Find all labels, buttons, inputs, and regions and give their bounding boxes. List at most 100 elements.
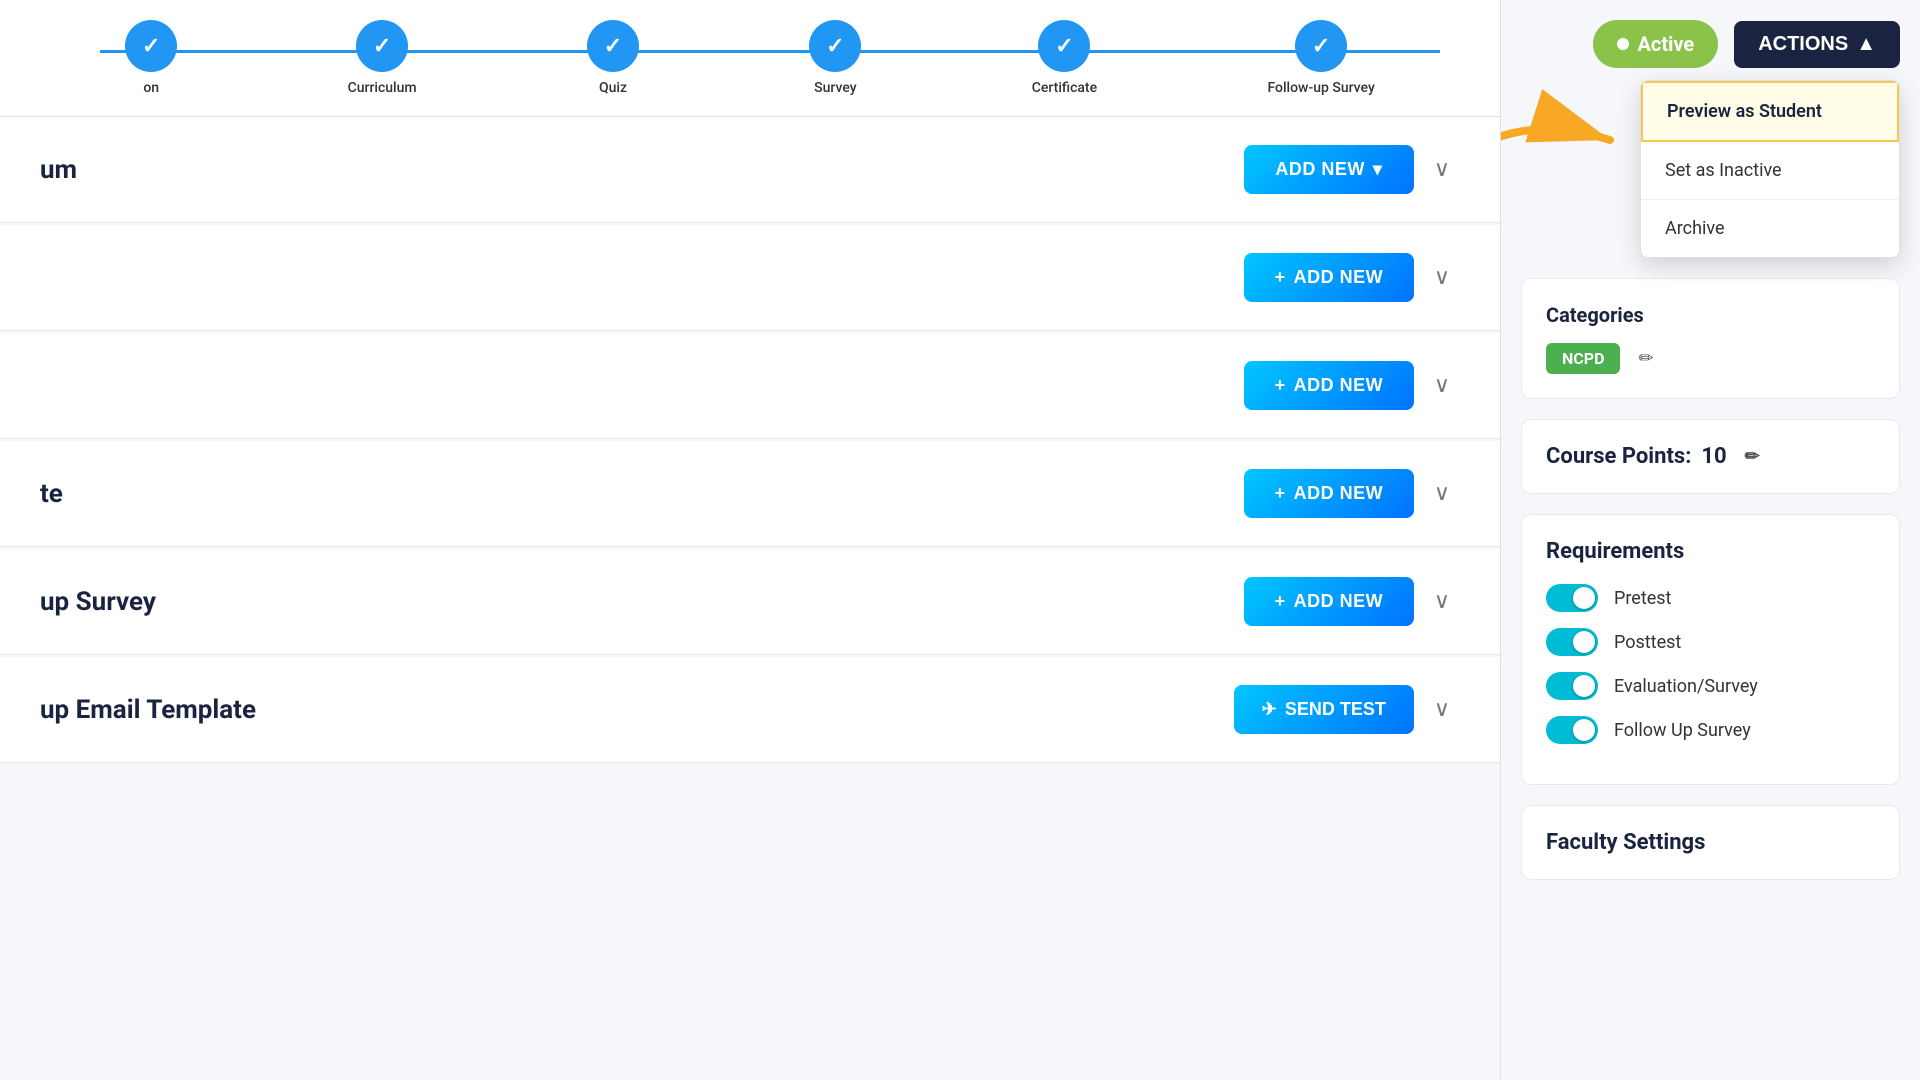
requirement-followup: Follow Up Survey [1546,716,1875,744]
dropdown-item-archive[interactable]: Archive [1641,200,1899,257]
step-on[interactable]: ✓ on [125,20,177,96]
section-row-quiz: + ADD NEW ∨ [0,225,1500,331]
send-icon: ✈ [1262,699,1277,720]
edit-category-icon[interactable]: ✏ [1638,348,1653,369]
expand-icon-followup-survey[interactable]: ∨ [1434,589,1450,614]
step-circle-quiz: ✓ [587,20,639,72]
section-row-followup-survey: up Survey + ADD NEW ∨ [0,549,1500,655]
add-new-label-survey: ADD NEW [1294,375,1384,396]
requirements-title: Requirements [1546,539,1875,564]
step-curriculum[interactable]: ✓ Curriculum [348,20,417,96]
add-new-label-quiz: ADD NEW [1294,267,1384,288]
requirement-pretest: Pretest [1546,584,1875,612]
step-certificate[interactable]: ✓ Certificate [1032,20,1097,96]
step-survey[interactable]: ✓ Survey [809,20,861,96]
course-points-row: Course Points: 10 ✏ [1546,444,1875,469]
expand-icon-certificate[interactable]: ∨ [1434,481,1450,506]
add-new-button-curriculum[interactable]: ADD NEW ▾ [1244,145,1414,194]
step-label-quiz: Quiz [599,80,627,96]
stepper-steps: ✓ on ✓ Curriculum ✓ Quiz ✓ Survey ✓ [40,20,1460,96]
categories-title: Categories [1546,303,1875,327]
section-actions-quiz: + ADD NEW ∨ [1244,253,1450,302]
send-test-button[interactable]: ✈ SEND TEST [1234,685,1414,734]
add-new-label-certificate: ADD NEW [1294,483,1384,504]
categories-row: NCPD ✏ [1546,343,1875,374]
section-title-curriculum: um [40,155,77,185]
section-title-followup-survey: up Survey [40,587,156,617]
section-title-certificate: te [40,479,63,509]
requirement-posttest: Posttest [1546,628,1875,656]
course-points-label: Course Points: [1546,444,1691,469]
expand-icon-survey[interactable]: ∨ [1434,373,1450,398]
send-test-label: SEND TEST [1285,699,1386,720]
plus-icon-quiz: + [1275,267,1286,288]
sections-area: um ADD NEW ▾ ∨ + ADD NEW ∨ [0,117,1500,1080]
dropdown-item-inactive[interactable]: Set as Inactive [1641,142,1899,200]
expand-icon-curriculum[interactable]: ∨ [1434,157,1450,182]
expand-icon-followup-email[interactable]: ∨ [1434,697,1450,722]
step-label-survey: Survey [814,80,856,96]
top-controls: Active ACTIONS ▲ [1521,20,1900,68]
faculty-settings-card: Faculty Settings [1521,805,1900,880]
arrow-annotation [1500,85,1640,205]
actions-dropdown: Preview as Student Set as Inactive Archi… [1640,80,1900,258]
step-label-curriculum: Curriculum [348,80,417,96]
add-new-button-followup-survey[interactable]: + ADD NEW [1244,577,1414,626]
add-new-label-followup-survey: ADD NEW [1294,591,1384,612]
step-circle-certificate: ✓ [1038,20,1090,72]
step-label-on: on [143,80,159,96]
section-actions-survey: + ADD NEW ∨ [1244,361,1450,410]
toggle-posttest[interactable] [1546,628,1598,656]
section-actions-curriculum: ADD NEW ▾ ∨ [1244,145,1450,194]
inactive-label: Set as Inactive [1665,160,1782,181]
archive-label: Archive [1665,218,1725,239]
edit-points-icon[interactable]: ✏ [1745,446,1760,467]
main-container: ✓ on ✓ Curriculum ✓ Quiz ✓ Survey ✓ [0,0,1920,1080]
category-tag-ncpd: NCPD [1546,343,1620,374]
step-circle-followup: ✓ [1295,20,1347,72]
sidebar: Active ACTIONS ▲ Preview as Student Set … [1500,0,1920,1080]
step-followup[interactable]: ✓ Follow-up Survey [1267,20,1374,96]
add-new-button-survey[interactable]: + ADD NEW [1244,361,1414,410]
step-circle-on: ✓ [125,20,177,72]
content-area: ✓ on ✓ Curriculum ✓ Quiz ✓ Survey ✓ [0,0,1500,1080]
section-row-certificate: te + ADD NEW ∨ [0,441,1500,547]
add-new-label-curriculum: ADD NEW [1275,159,1365,180]
dropdown-item-preview[interactable]: Preview as Student [1641,81,1899,142]
actions-button[interactable]: ACTIONS ▲ [1734,21,1900,68]
label-followup: Follow Up Survey [1614,720,1751,741]
preview-label: Preview as Student [1667,101,1822,122]
categories-card: Categories NCPD ✏ [1521,278,1900,399]
active-badge: Active [1593,20,1718,68]
course-points-card: Course Points: 10 ✏ [1521,419,1900,494]
course-points-value: 10 [1701,444,1726,469]
plus-icon-certificate: + [1275,483,1286,504]
section-row-survey: + ADD NEW ∨ [0,333,1500,439]
requirement-evaluation: Evaluation/Survey [1546,672,1875,700]
step-quiz[interactable]: ✓ Quiz [587,20,639,96]
faculty-title: Faculty Settings [1546,830,1875,855]
chevron-up-icon: ▲ [1856,33,1876,56]
plus-icon-followup-survey: + [1275,591,1286,612]
section-actions-followup-email: ✈ SEND TEST ∨ [1234,685,1450,734]
label-pretest: Pretest [1614,588,1671,609]
toggle-followup[interactable] [1546,716,1598,744]
section-actions-followup-survey: + ADD NEW ∨ [1244,577,1450,626]
section-row-followup-email: up Email Template ✈ SEND TEST ∨ [0,657,1500,763]
toggle-evaluation[interactable] [1546,672,1598,700]
section-title-followup-email: up Email Template [40,695,256,725]
toggle-pretest[interactable] [1546,584,1598,612]
label-posttest: Posttest [1614,632,1681,653]
active-dot-icon [1617,38,1629,50]
add-new-button-certificate[interactable]: + ADD NEW [1244,469,1414,518]
step-circle-curriculum: ✓ [356,20,408,72]
requirements-card: Requirements Pretest Posttest Evaluation… [1521,514,1900,785]
label-evaluation: Evaluation/Survey [1614,676,1758,697]
actions-label: ACTIONS [1758,33,1848,56]
chevron-down-icon-curriculum: ▾ [1373,159,1383,180]
plus-icon-survey: + [1275,375,1286,396]
expand-icon-quiz[interactable]: ∨ [1434,265,1450,290]
section-actions-certificate: + ADD NEW ∨ [1244,469,1450,518]
stepper: ✓ on ✓ Curriculum ✓ Quiz ✓ Survey ✓ [0,0,1500,117]
add-new-button-quiz[interactable]: + ADD NEW [1244,253,1414,302]
